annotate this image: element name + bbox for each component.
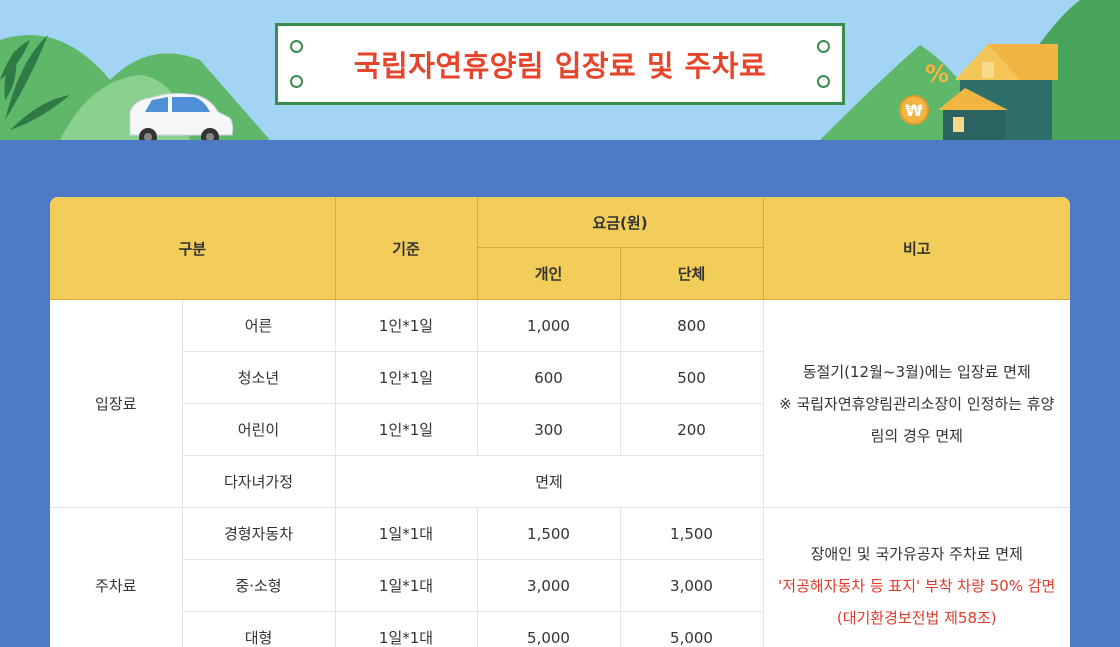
row-standard: 1인*1일 [334,299,478,352]
won-symbol: ₩ [905,101,923,120]
row-standard: 1일*1대 [334,559,478,612]
row-type: 대형 [182,611,336,647]
header-individual: 개인 [477,247,621,300]
row-individual: 1,000 [476,299,621,352]
corner-dot-icon [817,75,830,88]
row-type: 중·소형 [182,559,336,612]
row-individual: 3,000 [476,559,621,612]
won-coin-icon: ₩ [899,95,929,125]
fee-table: 구분 기준 요금(원) 비고 개인 단체 입장료 어른 1인*1일 1,000 … [50,197,1070,647]
row-individual: 5,000 [476,611,621,647]
parking-note-line2: '저공해자동차 등 표지' 부착 차량 50% 감면 [778,576,1056,595]
header-standard: 기준 [334,197,478,300]
header-remarks: 비고 [762,197,1070,300]
header-banner: % ₩ 국립자연휴양림 입장료 및 주차료 [0,0,1120,140]
parking-note: 장애인 및 국가유공자 주차료 면제 '저공해자동차 등 표지' 부착 차량 5… [762,507,1070,647]
corner-dot-icon [290,75,303,88]
row-individual: 600 [476,351,621,404]
row-type: 어린이 [182,403,336,456]
admission-note: 동절기(12월~3월)에는 입장료 면제 ※ 국립자연휴양림관리소장이 인정하는… [762,299,1070,508]
row-standard: 1인*1일 [334,403,478,456]
page-title: 국립자연휴양림 입장료 및 주차료 [353,49,767,83]
admission-note-line1: 동절기(12월~3월)에는 입장료 면제 [802,362,1031,381]
row-individual: 300 [476,403,621,456]
corner-dot-icon [817,40,830,53]
header-group: 단체 [619,247,764,300]
header-category: 구분 [50,197,336,300]
row-standard: 1일*1대 [334,611,478,647]
row-group: 500 [619,351,764,404]
row-exempt: 면제 [334,455,764,508]
parking-label: 주차료 [50,507,183,647]
admission-note-line2: ※ 국립자연휴양림관리소장이 인정하는 휴양림의 경우 면제 [779,394,1055,445]
row-type: 청소년 [182,351,336,404]
row-type: 어른 [181,299,336,352]
header-row: 구분 기준 요금(원) 비고 [50,197,1070,300]
corner-dot-icon [290,40,303,53]
row-group: 200 [619,403,764,456]
row-standard: 1인*1일 [334,351,478,404]
row-type: 경형자동차 [181,507,336,560]
parking-note-line3: (대기환경보전법 제58조) [836,608,997,627]
percent-icon: % [925,60,949,88]
title-box: 국립자연휴양림 입장료 및 주차료 [275,23,845,105]
parking-note-line1: 장애인 및 국가유공자 주차료 면제 [810,544,1023,563]
admission-label: 입장료 [50,299,183,508]
row-individual: 1,500 [476,507,621,560]
row-group: 1,500 [619,507,764,560]
table-row: 주차료 경형자동차 1일*1대 1,500 1,500 장애인 및 국가유공자 … [50,507,1070,647]
row-group: 800 [619,299,764,352]
row-group: 3,000 [619,559,764,612]
row-standard: 1일*1대 [334,507,478,560]
row-group: 5,000 [619,611,764,647]
header-fee: 요금(원) [476,197,764,248]
fee-table-container: 구분 기준 요금(원) 비고 개인 단체 입장료 어른 1인*1일 1,000 … [50,197,1070,647]
row-type: 다자녀가정 [182,455,336,508]
table-row: 입장료 어른 1인*1일 1,000 800 동절기(12월~3월)에는 입장료… [50,299,1070,508]
